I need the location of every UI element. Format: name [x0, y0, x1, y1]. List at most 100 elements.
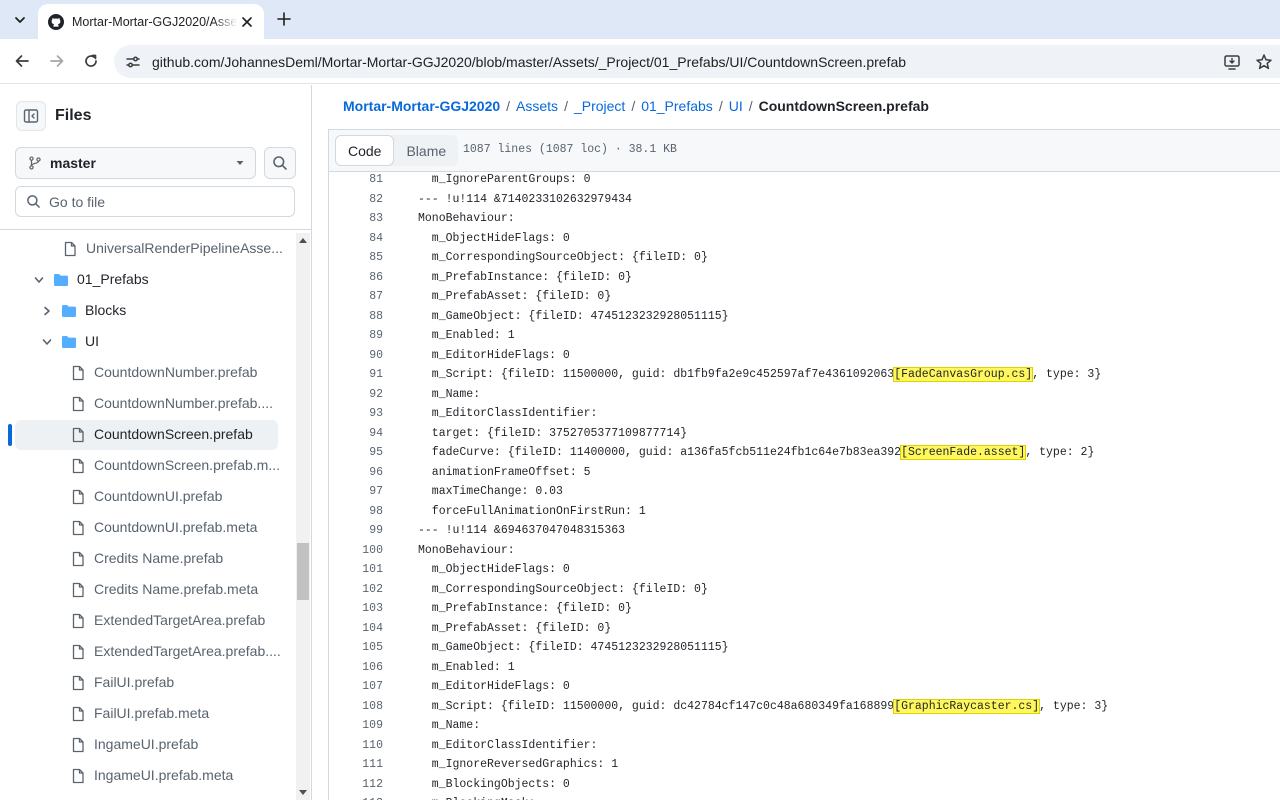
- line-number[interactable]: 107: [329, 677, 383, 697]
- symbol-reference-highlight[interactable]: [GraphicRaycaster.cs]: [893, 698, 1041, 714]
- tree-file-item[interactable]: CountdownNumber.prefab: [0, 357, 296, 388]
- line-number[interactable]: 89: [329, 326, 383, 346]
- line-number[interactable]: 102: [329, 580, 383, 600]
- tree-folder-item[interactable]: 01_Prefabs: [0, 264, 296, 295]
- tree-file-item[interactable]: CountdownScreen.prefab.m...: [0, 450, 296, 481]
- breadcrumb-link-project[interactable]: _Project: [574, 98, 625, 114]
- file-tree-scrollbar[interactable]: [296, 233, 310, 800]
- browser-tab-active[interactable]: Mortar-Mortar-GGJ2020/Assets/_Project/01…: [38, 4, 264, 39]
- line-number[interactable]: 104: [329, 619, 383, 639]
- line-number[interactable]: 103: [329, 599, 383, 619]
- line-number[interactable]: 96: [329, 463, 383, 483]
- go-to-file-field[interactable]: [15, 186, 295, 217]
- tab-title: Mortar-Mortar-GGJ2020/Assets/_Project/01…: [72, 14, 238, 29]
- line-number[interactable]: 106: [329, 658, 383, 678]
- code-tab-button[interactable]: Code: [335, 135, 395, 166]
- site-info-icon[interactable]: [123, 52, 143, 72]
- code-viewer[interactable]: 81 m_IgnoreParentGroups: 0 82 --- !u!114 &…: [328, 172, 1280, 800]
- symbol-reference-highlight[interactable]: [FadeCanvasGroup.cs]: [893, 367, 1034, 382]
- address-bar[interactable]: github.com/JohannesDeml/Mortar-Mortar-GG…: [114, 45, 1280, 78]
- tree-folder-item[interactable]: UI: [0, 326, 296, 357]
- tree-file-item[interactable]: Credits Name.prefab.meta: [0, 574, 296, 605]
- tree-file-item[interactable]: FailUI.prefab: [0, 667, 296, 698]
- bookmark-star-icon[interactable]: [1254, 52, 1274, 72]
- line-number[interactable]: 94: [329, 424, 383, 444]
- chevron-right-icon[interactable]: [40, 304, 54, 318]
- line-number[interactable]: 88: [329, 307, 383, 327]
- forward-arrow-icon[interactable]: [46, 50, 68, 72]
- symbol-reference-highlight[interactable]: [ScreenFade.asset]: [900, 445, 1027, 460]
- tab-search-button[interactable]: [7, 7, 33, 33]
- line-number[interactable]: 105: [329, 638, 383, 658]
- blame-tab-button[interactable]: Blame: [394, 135, 458, 166]
- code-line: 106 m_Enabled: 1: [329, 658, 1280, 678]
- browser-tab-strip: Mortar-Mortar-GGJ2020/Assets/_Project/01…: [0, 0, 1280, 39]
- breadcrumb-separator: /: [506, 98, 511, 114]
- go-to-file-input[interactable]: [49, 193, 279, 210]
- sidebar-collapse-icon: [23, 109, 39, 123]
- line-number[interactable]: 98: [329, 502, 383, 522]
- tree-file-item[interactable]: ExtendedTargetArea.prefab: [0, 605, 296, 636]
- tree-file-item[interactable]: CountdownUI.prefab: [0, 481, 296, 512]
- tab-close-icon[interactable]: [238, 13, 256, 31]
- line-number[interactable]: 99: [329, 521, 383, 541]
- tree-file-item[interactable]: Credits Name.prefab: [0, 543, 296, 574]
- tree-file-item[interactable]: ExtendedTargetArea.prefab....: [0, 636, 296, 667]
- chevron-down-icon[interactable]: [40, 335, 54, 349]
- tree-file-item[interactable]: IngameUI.prefab.meta: [0, 760, 296, 791]
- line-number[interactable]: 87: [329, 287, 383, 307]
- scroll-up-arrow-icon[interactable]: [296, 233, 310, 247]
- line-number[interactable]: 90: [329, 346, 383, 366]
- tree-item-label: CountdownScreen.prefab: [94, 426, 253, 442]
- code-text: m_EditorClassIdentifier:: [418, 407, 598, 420]
- breadcrumb-repo-link[interactable]: Mortar-Mortar-GGJ2020: [343, 98, 500, 114]
- scroll-down-arrow-icon[interactable]: [296, 786, 310, 800]
- search-repo-button[interactable]: [264, 147, 296, 179]
- tree-file-item[interactable]: IngameUI.prefab: [0, 729, 296, 760]
- line-number[interactable]: 101: [329, 560, 383, 580]
- line-number[interactable]: 83: [329, 209, 383, 229]
- line-number[interactable]: 84: [329, 229, 383, 249]
- line-number[interactable]: 95: [329, 443, 383, 463]
- line-number[interactable]: 110: [329, 736, 383, 756]
- line-number[interactable]: 85: [329, 248, 383, 268]
- line-number[interactable]: 82: [329, 190, 383, 210]
- new-tab-plus-icon[interactable]: [274, 9, 294, 29]
- line-number[interactable]: 113: [329, 794, 383, 800]
- collapse-file-tree-button[interactable]: [16, 101, 46, 131]
- tree-file-item[interactable]: CountdownUI.prefab.meta: [0, 512, 296, 543]
- tree-file-item[interactable]: FailUI.prefab.meta: [0, 698, 296, 729]
- line-number[interactable]: 91: [329, 365, 383, 385]
- reload-icon[interactable]: [80, 50, 102, 72]
- line-number[interactable]: 92: [329, 385, 383, 405]
- line-number[interactable]: 86: [329, 268, 383, 288]
- breadcrumb-link-prefabs[interactable]: 01_Prefabs: [641, 98, 713, 114]
- line-number[interactable]: 93: [329, 404, 383, 424]
- code-text: m_CorrespondingSourceObject: {fileID: 0}: [418, 251, 708, 264]
- line-number[interactable]: 97: [329, 482, 383, 502]
- tree-file-item[interactable]: CountdownNumber.prefab....: [0, 388, 296, 419]
- line-content: m_BlockingObjects: 0: [418, 775, 570, 795]
- line-number[interactable]: 109: [329, 716, 383, 736]
- tree-folder-item[interactable]: Blocks: [0, 295, 296, 326]
- breadcrumb-link-assets[interactable]: Assets: [516, 98, 558, 114]
- scrollbar-thumb[interactable]: [297, 543, 309, 600]
- tree-item-label: UI: [85, 333, 99, 349]
- line-number[interactable]: 111: [329, 755, 383, 775]
- line-number[interactable]: 81: [329, 172, 383, 190]
- code-text: m_EditorHideFlags: 0: [418, 348, 570, 362]
- tree-file-item[interactable]: CountdownScreen.prefab: [0, 419, 296, 450]
- url-text[interactable]: github.com/JohannesDeml/Mortar-Mortar-GG…: [152, 54, 906, 70]
- chevron-down-icon[interactable]: [32, 273, 46, 287]
- code-line: 107 m_EditorHideFlags: 0: [329, 677, 1280, 697]
- breadcrumb-link-ui[interactable]: UI: [729, 98, 743, 114]
- tree-file-item[interactable]: UniversalRenderPipelineAsse...: [0, 233, 296, 264]
- line-content: m_Name:: [418, 385, 480, 405]
- line-number[interactable]: 108: [329, 697, 383, 717]
- branch-selector-button[interactable]: master: [15, 147, 256, 179]
- install-app-icon[interactable]: [1222, 52, 1242, 72]
- line-number[interactable]: 100: [329, 541, 383, 561]
- line-number[interactable]: 112: [329, 775, 383, 795]
- code-text: m_Name:: [418, 387, 481, 401]
- back-arrow-icon[interactable]: [11, 50, 33, 72]
